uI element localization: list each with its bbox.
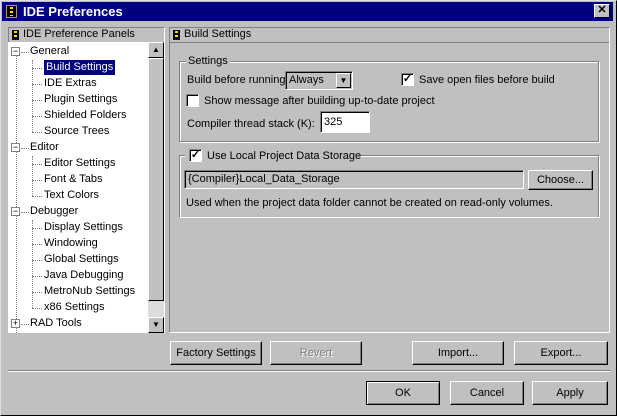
tree-connector bbox=[32, 164, 42, 165]
title-bar[interactable]: IDE Preferences ✕ bbox=[2, 2, 613, 21]
compiler-thread-stack-value: 325 bbox=[324, 116, 343, 128]
preference-tree[interactable]: − General Build Settings IDE Extras Plugin S… bbox=[8, 42, 148, 333]
factory-settings-button[interactable]: Factory Settings bbox=[170, 341, 262, 365]
import-button[interactable]: Import... bbox=[412, 341, 504, 365]
checkmark-icon: ✓ bbox=[190, 149, 201, 161]
use-local-storage-checkbox[interactable]: ✓ bbox=[189, 149, 202, 162]
build-settings-header: Build Settings bbox=[170, 28, 609, 43]
tree-item[interactable]: Java Debugging bbox=[44, 268, 124, 283]
tree-connector bbox=[32, 84, 42, 85]
collapse-toggle-icon[interactable]: − bbox=[11, 47, 20, 56]
scroll-down-arrow-icon[interactable]: ▼ bbox=[148, 317, 164, 333]
tree-scrollbar[interactable]: ▲ ▼ bbox=[148, 42, 164, 333]
tree-item[interactable]: Editor bbox=[30, 140, 59, 155]
app-icon bbox=[6, 5, 17, 18]
tree-item[interactable]: Source Trees bbox=[44, 124, 109, 139]
bottom-separator bbox=[8, 370, 610, 372]
chevron-down-icon[interactable]: ▼ bbox=[336, 73, 351, 88]
tree-connector bbox=[21, 324, 29, 325]
tree-item[interactable]: Shielded Folders bbox=[44, 108, 127, 123]
tree-item[interactable]: MetroNub Settings bbox=[44, 284, 135, 299]
tree-item[interactable]: Debugger bbox=[30, 204, 78, 219]
compiler-thread-stack-label: Compiler thread stack (K): bbox=[187, 118, 315, 130]
tree-connector bbox=[32, 244, 42, 245]
save-open-files-label: Save open files before build bbox=[419, 74, 555, 86]
tree-connector bbox=[32, 60, 33, 132]
build-settings-title: Build Settings bbox=[184, 28, 252, 40]
cancel-button[interactable]: Cancel bbox=[450, 381, 524, 405]
tree-item[interactable]: Text Colors bbox=[44, 188, 99, 203]
collapse-toggle-icon[interactable]: − bbox=[11, 207, 20, 216]
local-storage-note: Used when the project data folder cannot… bbox=[186, 197, 553, 209]
panel-header-icon bbox=[173, 30, 180, 40]
tree-connector bbox=[32, 260, 42, 261]
tree-connector bbox=[32, 308, 42, 309]
tree-connector bbox=[32, 132, 42, 133]
export-button[interactable]: Export... bbox=[514, 341, 608, 365]
tree-connector bbox=[21, 212, 29, 213]
collapse-toggle-icon[interactable]: − bbox=[11, 143, 20, 152]
apply-button[interactable]: Apply bbox=[532, 381, 608, 405]
settings-group-label: Settings bbox=[186, 55, 230, 67]
tree-connector bbox=[21, 52, 29, 53]
tree-connector bbox=[32, 196, 42, 197]
tree-item[interactable]: x86 Settings bbox=[44, 300, 105, 315]
build-before-running-value: Always bbox=[289, 74, 324, 86]
use-local-storage-label: Use Local Project Data Storage bbox=[207, 150, 362, 162]
tree-connector bbox=[21, 148, 29, 149]
tree-item[interactable]: Plugin Settings bbox=[44, 92, 117, 107]
close-button[interactable]: ✕ bbox=[594, 4, 610, 18]
ok-button[interactable]: OK bbox=[366, 381, 440, 405]
window-title: IDE Preferences bbox=[23, 4, 123, 19]
scroll-thumb[interactable] bbox=[148, 58, 164, 301]
expand-toggle-icon[interactable]: + bbox=[11, 319, 20, 328]
compiler-thread-stack-input[interactable]: 325 bbox=[320, 111, 370, 133]
checkmark-icon: ✓ bbox=[402, 73, 413, 85]
tree-item[interactable]: Windowing bbox=[44, 236, 98, 251]
tree-connector bbox=[32, 156, 33, 196]
tree-item[interactable]: Editor Settings bbox=[44, 156, 116, 171]
tree-item[interactable]: RAD Tools bbox=[30, 316, 82, 331]
tree-connector bbox=[32, 292, 42, 293]
tree-connector bbox=[32, 68, 42, 69]
tree-connector bbox=[32, 100, 42, 101]
scroll-up-arrow-icon[interactable]: ▲ bbox=[148, 42, 164, 58]
save-open-files-checkbox[interactable]: ✓ bbox=[401, 73, 414, 86]
tree-item[interactable]: General bbox=[30, 44, 69, 59]
preference-panels-header: IDE Preference Panels bbox=[9, 28, 164, 43]
tree-item[interactable]: Build Settings bbox=[44, 60, 116, 75]
tree-item[interactable]: Font & Tabs bbox=[44, 172, 103, 187]
preference-panels-title: IDE Preference Panels bbox=[23, 28, 135, 40]
tree-item[interactable]: Global Settings bbox=[44, 252, 119, 267]
build-before-running-dropdown[interactable]: Always ▼ bbox=[285, 71, 353, 90]
choose-button[interactable]: Choose... bbox=[528, 170, 593, 190]
show-message-label: Show message after building up-to-date p… bbox=[204, 95, 435, 107]
local-storage-path-field: {Compiler}Local_Data_Storage bbox=[184, 170, 524, 189]
local-storage-path-value: {Compiler}Local_Data_Storage bbox=[188, 173, 340, 185]
revert-button[interactable]: Revert bbox=[270, 341, 362, 365]
tree-item[interactable]: Display Settings bbox=[44, 220, 123, 235]
build-before-running-label: Build before running: bbox=[187, 74, 289, 86]
tree-connector bbox=[32, 180, 42, 181]
show-message-checkbox[interactable] bbox=[186, 94, 199, 107]
tree-connector bbox=[16, 55, 17, 333]
panel-header-icon bbox=[12, 30, 19, 40]
tree-connector bbox=[32, 228, 42, 229]
tree-connector bbox=[32, 276, 42, 277]
tree-connector bbox=[32, 116, 42, 117]
tree-item[interactable]: IDE Extras bbox=[44, 76, 97, 91]
tree-connector bbox=[32, 220, 33, 308]
